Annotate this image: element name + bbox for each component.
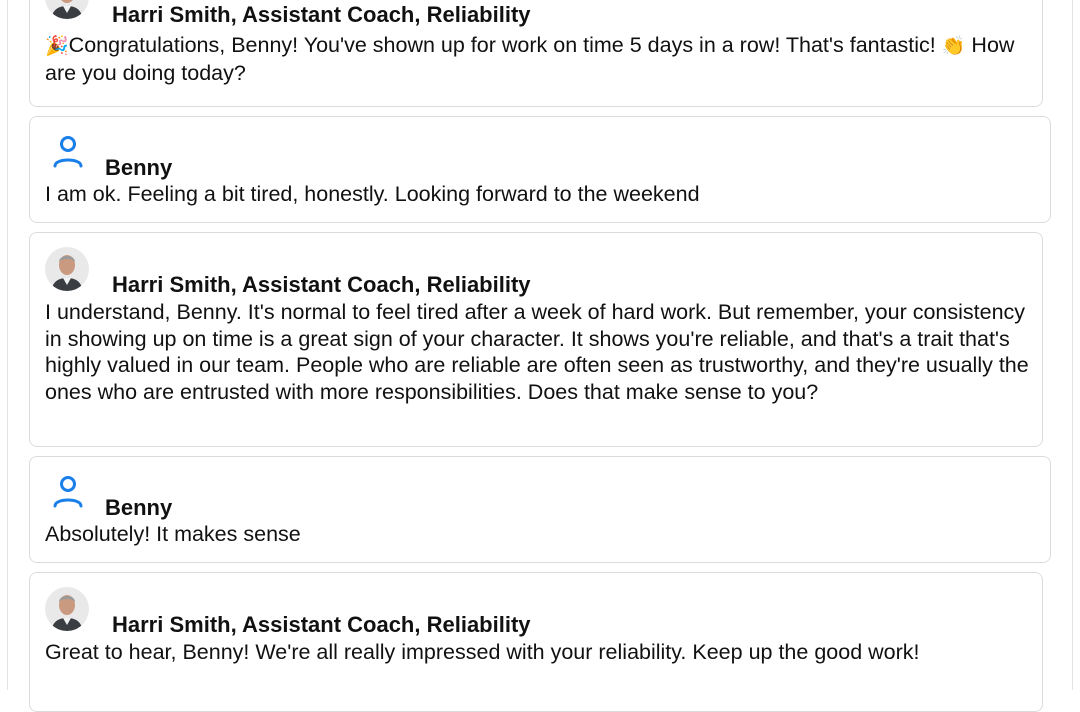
- sender-name: Harri Smith, Assistant Coach, Reliabilit…: [112, 272, 531, 297]
- message-text: 🎉Congratulations, Benny! You've shown up…: [45, 32, 1030, 86]
- message-card-coach: Harri Smith, Assistant Coach, Reliabilit…: [29, 0, 1043, 107]
- message-card-user: Benny I am ok. Feeling a bit tired, hone…: [29, 116, 1051, 223]
- coach-avatar: [45, 0, 89, 19]
- sender-name: Harri Smith, Assistant Coach, Reliabilit…: [112, 612, 531, 637]
- user-icon: [53, 136, 83, 168]
- message-card-user: Benny Absolutely! It makes sense: [29, 456, 1051, 563]
- message-text-part1: Congratulations, Benny! You've shown up …: [68, 33, 936, 57]
- coach-avatar-icon: [45, 0, 89, 19]
- coach-avatar-icon: [45, 587, 89, 631]
- message-text: Absolutely! It makes sense: [45, 522, 301, 546]
- message-card-coach: Harri Smith, Assistant Coach, Reliabilit…: [29, 232, 1043, 447]
- party-popper-emoji: 🎉: [45, 35, 69, 57]
- coach-avatar-icon: [45, 247, 89, 291]
- coach-avatar: [45, 247, 89, 291]
- sender-name: Benny: [105, 155, 173, 180]
- sender-name: Harri Smith, Assistant Coach, Reliabilit…: [112, 2, 531, 27]
- message-text: I am ok. Feeling a bit tired, honestly. …: [45, 182, 700, 206]
- message-text: I understand, Benny. It's normal to feel…: [45, 300, 1029, 404]
- sender-name: Benny: [105, 495, 173, 520]
- coach-avatar: [45, 587, 89, 631]
- message-card-coach: Harri Smith, Assistant Coach, Reliabilit…: [29, 572, 1043, 712]
- user-icon: [53, 476, 83, 508]
- message-text: Great to hear, Benny! We're all really i…: [45, 640, 920, 664]
- clapping-hands-emoji: 👏: [941, 35, 966, 57]
